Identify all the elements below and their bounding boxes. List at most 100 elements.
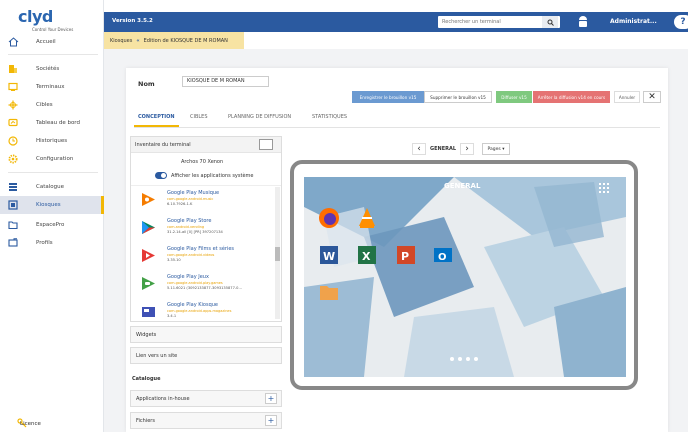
svg-text:X: X	[362, 250, 371, 263]
list-item[interactable]: Google Play Films et séries com.google.a…	[139, 244, 269, 272]
current-page-label: GENERAL	[429, 146, 457, 152]
sidebar-item-historiques[interactable]: Historiques	[0, 132, 104, 150]
play-music-icon	[141, 192, 156, 207]
sidebar-item-label: Kiosques	[36, 202, 61, 208]
sidebar-item-societes[interactable]: Sociétés	[0, 60, 104, 78]
sidebar-item-kiosques[interactable]: Kiosques	[0, 196, 104, 214]
next-page-button[interactable]: ›	[460, 143, 474, 155]
add-inhouse-button[interactable]: +	[265, 393, 277, 404]
save-draft-button[interactable]: Enregistrer le brouillon v15	[352, 91, 424, 103]
list-item[interactable]: Google Play Musique com.google.android.m…	[139, 188, 269, 216]
sidebar-item-catalogue[interactable]: Catalogue	[0, 178, 104, 196]
cancel-button[interactable]: Annuler	[614, 91, 640, 103]
pages-dropdown[interactable]: Pages ▾	[482, 143, 510, 155]
inventory-title: Inventaire du terminal	[135, 142, 191, 148]
search-icon[interactable]	[542, 16, 558, 28]
excel-icon[interactable]: X	[356, 244, 378, 266]
list-item[interactable]: Google Play Kiosque com.google.android.a…	[139, 300, 269, 321]
scrollbar-thumb[interactable]	[275, 247, 280, 261]
device-screen-icon[interactable]	[259, 139, 273, 150]
sidebar-item-label: Catalogue	[36, 184, 64, 190]
page-navigator: ‹ GENERAL › Pages ▾	[412, 142, 510, 156]
sidebar-item-accueil[interactable]: Accueil	[0, 33, 104, 51]
app-package: com.google.android.videos	[167, 253, 215, 257]
back-arrows-icon: «	[136, 37, 140, 44]
tab-statistiques[interactable]: STATISTIQUES	[312, 114, 347, 120]
help-button[interactable]: ?	[674, 15, 688, 29]
device-name: Archos 70 Xenon	[181, 159, 224, 165]
svg-text:W: W	[323, 250, 335, 263]
list-item[interactable]: Google Play Jeux com.google.android.play…	[139, 272, 269, 300]
page-dot[interactable]	[474, 357, 478, 361]
dashboard-icon	[7, 118, 19, 128]
sidebar-item-terminaux[interactable]: Terminaux	[0, 78, 104, 96]
firefox-icon[interactable]	[318, 207, 340, 229]
app-list-scrollbar[interactable]	[275, 187, 280, 319]
vlc-icon[interactable]	[356, 207, 378, 229]
history-icon	[7, 136, 19, 146]
system-apps-toggle[interactable]	[155, 172, 167, 179]
licence-link[interactable]: Licence	[20, 421, 41, 427]
page-dot[interactable]	[466, 357, 470, 361]
svg-text:O: O	[438, 252, 447, 263]
close-icon[interactable]: ✕	[643, 91, 661, 103]
sidebar-item-espacepro[interactable]: EspacePro	[0, 216, 104, 234]
sidebar-item-tableau-de-bord[interactable]: Tableau de bord	[0, 114, 104, 132]
logo-tagline: Control Your Devices	[32, 27, 74, 32]
add-file-button[interactable]: +	[265, 415, 277, 426]
publish-button[interactable]: Diffuser v15	[496, 91, 532, 103]
android-icon[interactable]	[577, 15, 589, 31]
tab-cibles[interactable]: CIBLES	[190, 114, 208, 120]
app-name: Google Play Musique	[167, 190, 220, 196]
kiosk-icon	[7, 200, 19, 210]
catalog-icon	[7, 182, 19, 192]
word-icon[interactable]: W	[318, 244, 340, 266]
editor-tabs: CONCEPTION CIBLES PLANNING DE DIFFUSION …	[134, 110, 660, 128]
name-field[interactable]: KIOSQUE DE M ROMAN	[182, 76, 269, 87]
stop-publish-button[interactable]: Arrêter la diffusion v14 en cours	[533, 91, 610, 103]
sidebar-item-label: Tableau de bord	[36, 120, 80, 126]
sidebar-item-label: Sociétés	[36, 66, 60, 72]
top-bar: Version 3.5.2 Administrat... ?	[104, 12, 688, 32]
search-input[interactable]	[438, 17, 542, 27]
page-dot[interactable]	[458, 357, 462, 361]
widgets-row[interactable]: Widgets	[130, 326, 282, 343]
play-store-icon	[141, 220, 156, 235]
web-link-label: Lien vers un site	[136, 352, 178, 359]
sidebar-item-label: Configuration	[36, 156, 74, 162]
home-icon	[7, 37, 19, 47]
web-link-row[interactable]: Lien vers un site	[130, 347, 282, 364]
list-item[interactable]: Google Play Store com.android.vending 31…	[139, 216, 269, 244]
target-icon	[7, 100, 19, 110]
app-package: com.android.vending	[167, 225, 205, 229]
files-row[interactable]: Fichiers +	[130, 412, 282, 429]
divider	[8, 54, 98, 55]
app-list: Google Play Musique com.google.android.m…	[131, 185, 281, 321]
kiosk-editor-panel: Nom KIOSQUE DE M ROMAN Enregistrer le br…	[126, 68, 668, 432]
folder-icon[interactable]	[318, 281, 340, 303]
play-newsstand-icon	[141, 304, 156, 319]
app-version: 6.10.7926-1.K	[167, 202, 193, 206]
page-dot[interactable]	[450, 357, 454, 361]
previous-page-button[interactable]: ‹	[412, 143, 426, 155]
sidebar-item-cibles[interactable]: Cibles	[0, 96, 104, 114]
tab-conception[interactable]: CONCEPTION	[134, 114, 179, 127]
inhouse-apps-row[interactable]: Applications in-house +	[130, 390, 282, 407]
app-drawer-icon[interactable]	[599, 183, 610, 194]
app-package: com.google.android.play.games	[167, 281, 223, 285]
admin-menu[interactable]: Administrat...	[610, 18, 657, 25]
logo-text: clyd	[18, 7, 53, 26]
sidebar: clyd Control Your Devices Accueil Sociét…	[0, 0, 104, 432]
powerpoint-icon[interactable]: P	[395, 244, 417, 266]
delete-draft-button[interactable]: Supprimer le brouillon v15	[424, 91, 492, 103]
breadcrumb-parent[interactable]: Kiosques	[110, 38, 132, 44]
outlook-icon[interactable]: O	[432, 244, 454, 266]
name-label: Nom	[138, 80, 155, 88]
sidebar-item-label: Profils	[36, 240, 53, 246]
inventory-panel: Inventaire du terminal Archos 70 Xenon A…	[130, 136, 282, 322]
sidebar-item-profils[interactable]: Profils	[0, 234, 104, 252]
tab-planning[interactable]: PLANNING DE DIFFUSION	[228, 114, 291, 120]
files-label: Fichiers	[136, 417, 155, 424]
sidebar-item-configuration[interactable]: Configuration	[0, 150, 104, 168]
logo: clyd Control Your Devices	[18, 7, 73, 32]
